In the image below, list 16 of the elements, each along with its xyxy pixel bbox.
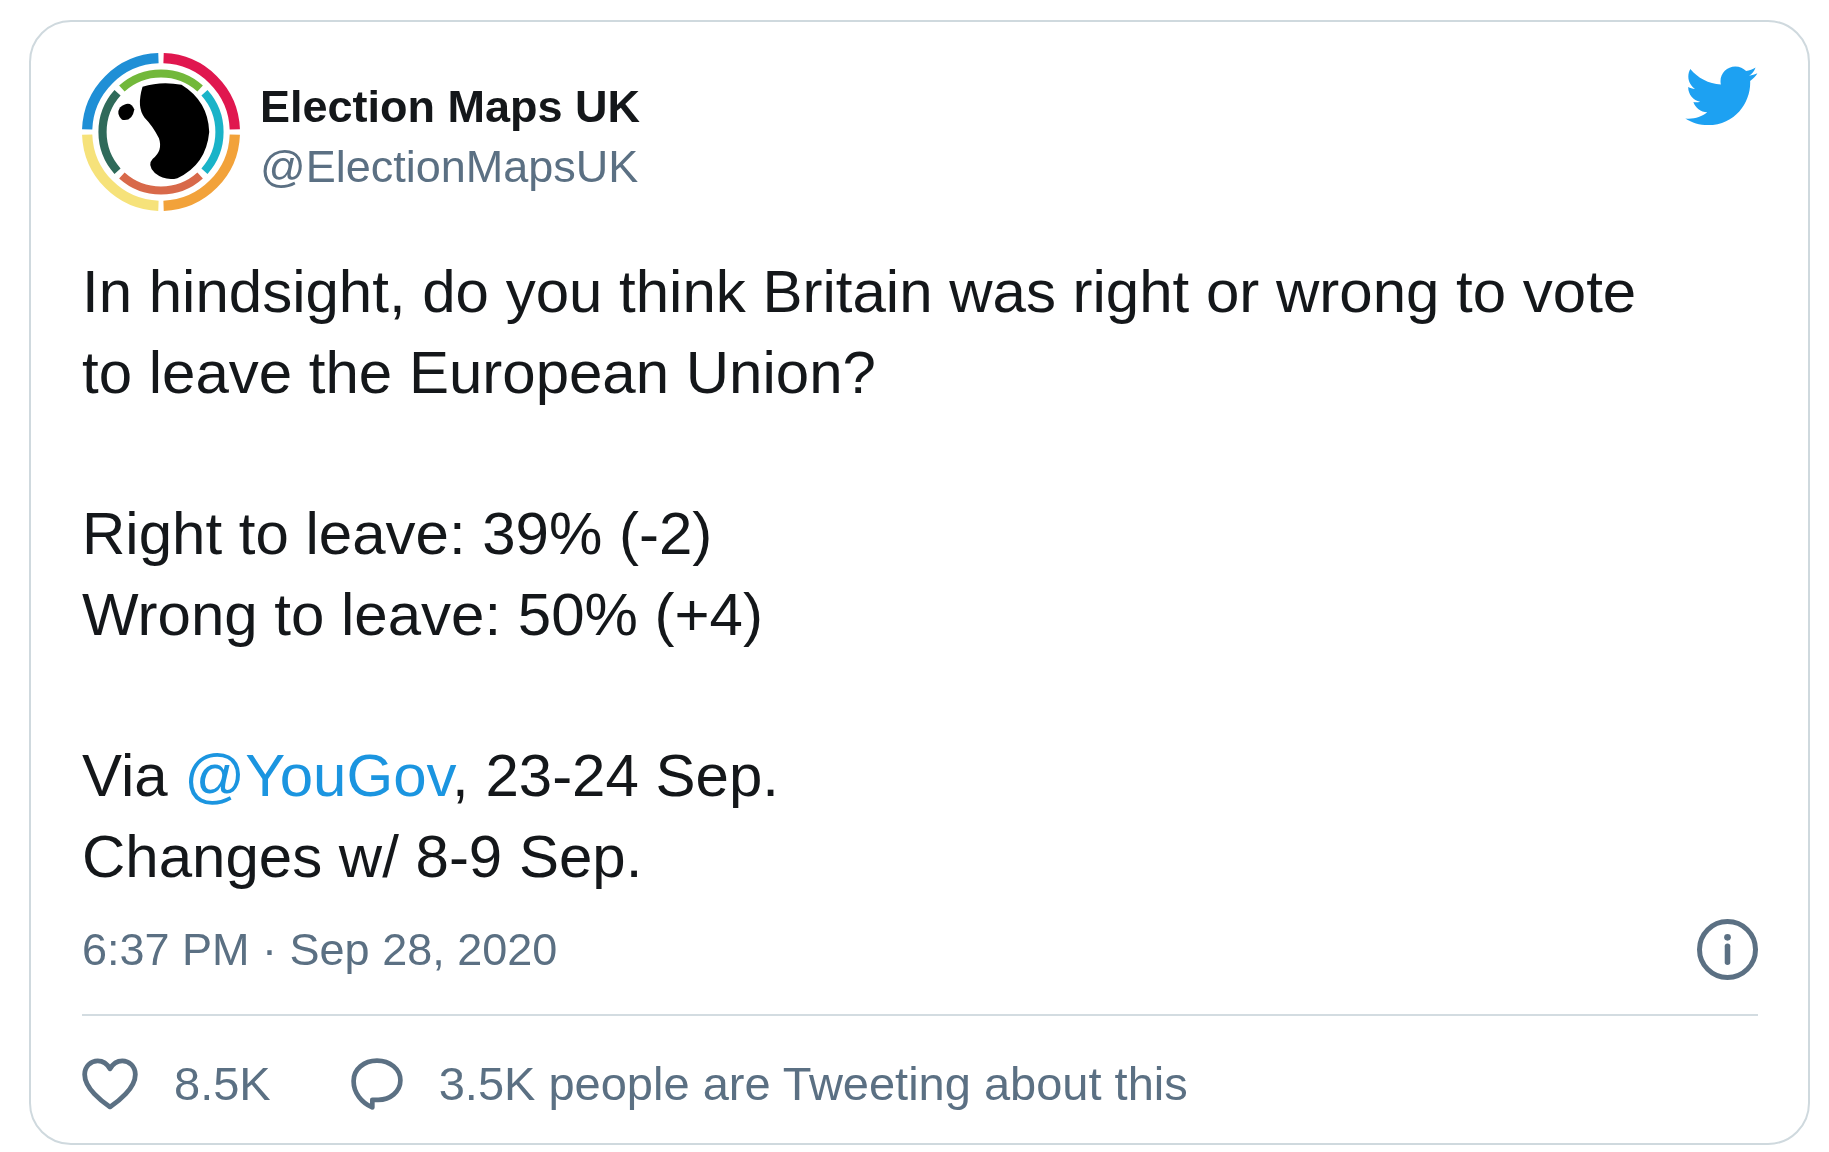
timestamp[interactable]: 6:37 PM · Sep 28, 2020 — [82, 919, 558, 980]
heart-icon — [82, 1058, 138, 1110]
logo-avatar[interactable] — [82, 53, 240, 211]
info-icon[interactable] — [1697, 919, 1758, 980]
tweet-text: Via @YouGov, 23-24 Sep. — [82, 742, 779, 809]
mention-link[interactable]: @YouGov — [184, 742, 453, 809]
author-name[interactable]: Election Maps UK — [260, 77, 641, 137]
like-button[interactable]: 8.5K — [82, 1054, 271, 1114]
bird-icon[interactable] — [1683, 64, 1758, 127]
tweet-text: Wrong to leave: 50% (+4) — [82, 581, 763, 648]
tweet-text: Right to leave: 39% (-2) — [82, 500, 713, 567]
speech-bubble-icon — [350, 1058, 403, 1110]
conversation-link[interactable]: 3.5K people are Tweeting about this — [350, 1054, 1188, 1114]
tweet-text: Changes w/ 8-9 Sep. — [82, 823, 643, 890]
tweet-text: In hindsight, do you think Britain was right or wrong to vote to leave the European Union? — [82, 258, 1637, 406]
author-handle[interactable]: @ElectionMapsUK — [260, 137, 641, 197]
